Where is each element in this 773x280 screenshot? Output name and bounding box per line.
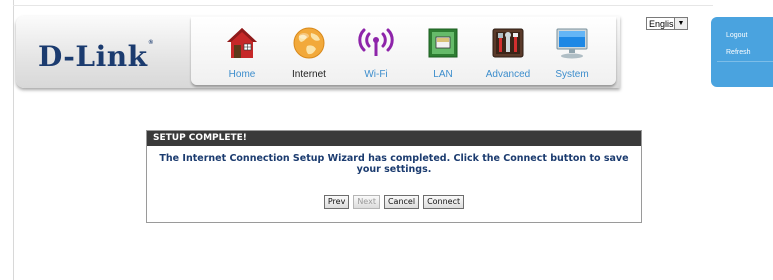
globe-icon [293,27,325,59]
logo-text: D-Link [38,40,148,73]
side-divider [717,61,773,62]
setup-complete-dialog: SETUP COMPLETE! The Internet Connection … [146,130,642,223]
nav-label-wifi: Wi-Fi [364,69,388,80]
lan-icon [428,28,458,58]
nav-wifi[interactable]: Wi-Fi [345,17,407,85]
nav-home[interactable]: Home [211,17,273,85]
page-top-border [13,5,713,6]
nav-label-system: System [555,69,589,80]
connect-button[interactable]: Connect [423,195,465,209]
registered-mark: ® [148,40,154,46]
language-select[interactable]: English ▼ [646,17,688,30]
next-button: Next [353,195,380,209]
cancel-button[interactable]: Cancel [383,195,420,209]
side-panel: Logout Refresh [711,17,773,87]
computer-icon [556,28,588,59]
page-left-border [13,0,14,280]
nav-internet[interactable]: Internet [278,17,340,85]
logout-link[interactable]: Logout [726,32,747,39]
tools-icon [492,28,524,58]
dialog-buttons: Prev Next Cancel Connect [147,195,641,209]
dialog-title: SETUP COMPLETE! [147,131,641,146]
nav-advanced[interactable]: Advanced [477,17,539,85]
nav-label-lan: LAN [433,69,453,80]
dialog-message: The Internet Connection Setup Wizard has… [159,153,629,175]
dlink-logo: D-Link ® [38,40,153,73]
prev-button[interactable]: Prev [323,195,350,209]
nav-system[interactable]: System [541,17,603,85]
nav-lan[interactable]: LAN [412,17,474,85]
wifi-icon [358,28,394,56]
main-nav: Home Internet Wi-Fi LAN Advanced System [191,17,616,85]
home-icon [227,28,257,58]
nav-label-internet: Internet [292,69,326,80]
nav-label-home: Home [228,69,256,80]
nav-label-advanced: Advanced [485,69,531,80]
refresh-link[interactable]: Refresh [726,49,751,56]
chevron-down-icon: ▼ [674,18,687,29]
